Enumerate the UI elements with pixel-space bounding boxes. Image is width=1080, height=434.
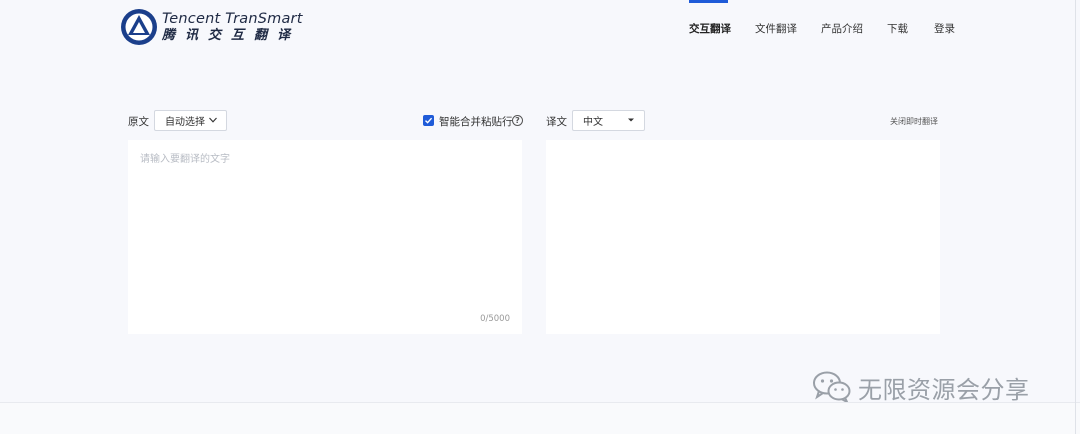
source-text-input[interactable] [128,140,522,334]
nav-active-indicator [689,0,728,3]
source-panel: 0/5000 [128,140,522,334]
source-label: 原文 [128,116,149,128]
wechat-icon [813,371,851,404]
merge-paste-checkbox[interactable] [423,115,434,126]
nav-item-download[interactable]: 下载 [887,21,908,36]
watermark: 无限资源会分享 [812,368,1030,406]
chevron-down-icon [628,118,634,122]
footer [0,403,1080,434]
page: Tencent TranSmart 腾讯交互翻译 交互翻译 文件翻译 产品介绍 … [0,0,1080,434]
source-language-value: 自动选择 [165,117,205,128]
top-nav: 交互翻译 文件翻译 产品介绍 下载 登录 [0,0,1080,56]
nav-item-interactive-translate[interactable]: 交互翻译 [689,21,731,36]
checkmark-icon [425,117,433,124]
nav-item-file-translate[interactable]: 文件翻译 [755,21,797,36]
target-panel [546,140,940,334]
chevron-down-icon [209,117,217,123]
instant-translate-toggle[interactable]: 关闭即时翻译 [890,116,938,127]
char-counter: 0/5000 [480,314,510,324]
source-language-select[interactable]: 自动选择 [154,110,227,131]
help-icon[interactable]: ? [512,115,523,126]
watermark-text: 无限资源会分享 [858,375,1030,404]
merge-paste-label[interactable]: 智能合并粘贴行 [439,114,513,129]
nav-item-login[interactable]: 登录 [934,21,955,36]
nav-item-product-intro[interactable]: 产品介绍 [821,21,863,36]
target-label: 译文 [546,116,567,128]
target-language-select[interactable]: 中文 [572,110,645,131]
window-edge [1075,0,1076,434]
target-language-value: 中文 [583,117,603,128]
